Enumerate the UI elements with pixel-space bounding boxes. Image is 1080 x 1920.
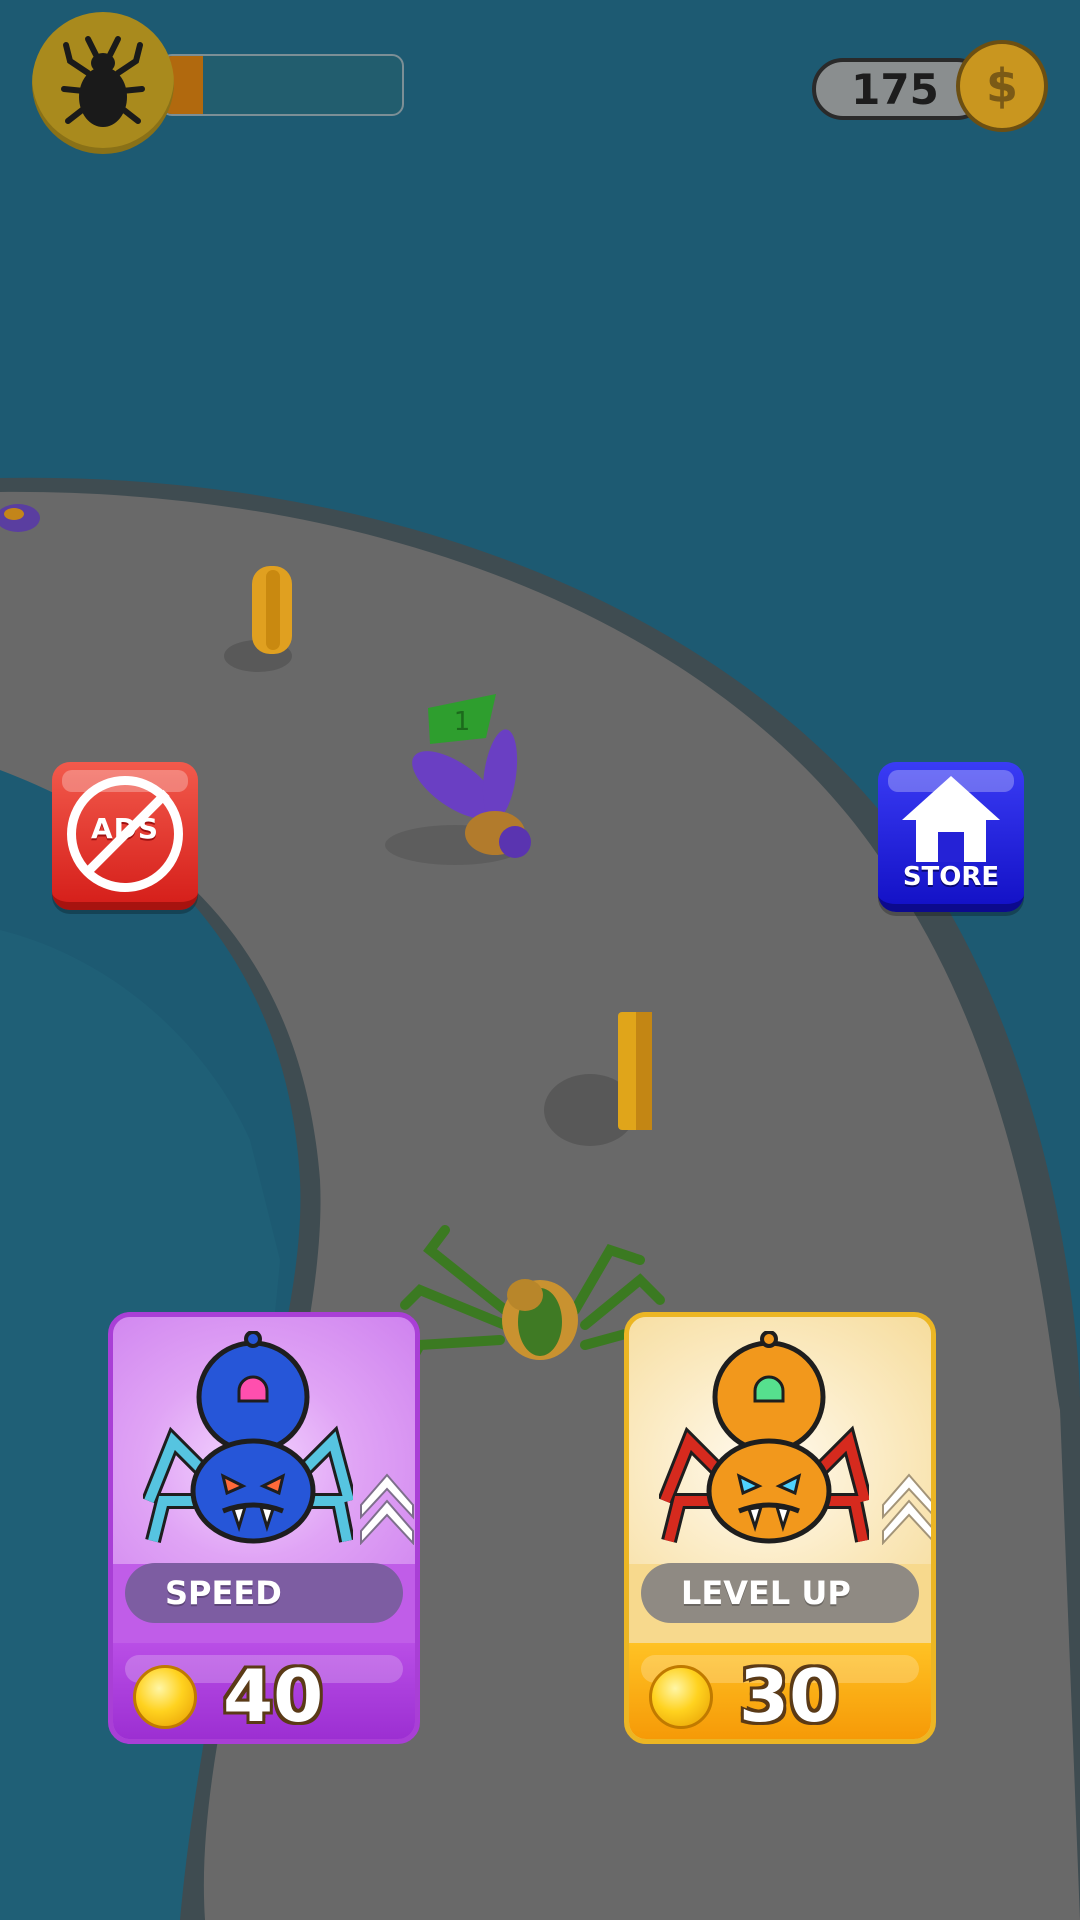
upgrade-arrows-icon — [882, 1473, 931, 1545]
coin-icon — [133, 1665, 197, 1729]
level-up-upgrade-card[interactable]: LEVEL UP 30 — [624, 1312, 936, 1744]
dollar-coin-icon: $ — [956, 40, 1048, 132]
blue-spider-icon — [143, 1331, 353, 1544]
level-progress-bar — [160, 54, 404, 116]
orange-spider-icon — [659, 1331, 869, 1544]
beetle-icon — [61, 36, 145, 127]
speed-upgrade-price: 40 — [223, 1654, 324, 1738]
level-up-upgrade-price: 30 — [739, 1654, 840, 1738]
speed-upgrade-price-bar: 40 — [113, 1643, 415, 1739]
coin-icon — [649, 1665, 713, 1729]
house-icon — [902, 776, 1000, 862]
speed-upgrade-label: SPEED — [125, 1563, 403, 1623]
store-button[interactable]: STORE — [878, 762, 1024, 912]
store-label: STORE — [902, 862, 1000, 892]
no-ads-button[interactable]: ADS — [52, 762, 198, 910]
level-badge — [32, 12, 174, 154]
dollar-sign: $ — [985, 59, 1018, 113]
speed-upgrade-card[interactable]: SPEED 40 — [108, 1312, 420, 1744]
level-up-upgrade-label: LEVEL UP — [641, 1563, 919, 1623]
level-up-upgrade-price-bar: 30 — [629, 1643, 931, 1739]
upgrade-arrows-icon — [360, 1473, 414, 1545]
coin-balance: 175 — [851, 65, 939, 114]
enemy-level-text: 1 — [454, 707, 471, 737]
